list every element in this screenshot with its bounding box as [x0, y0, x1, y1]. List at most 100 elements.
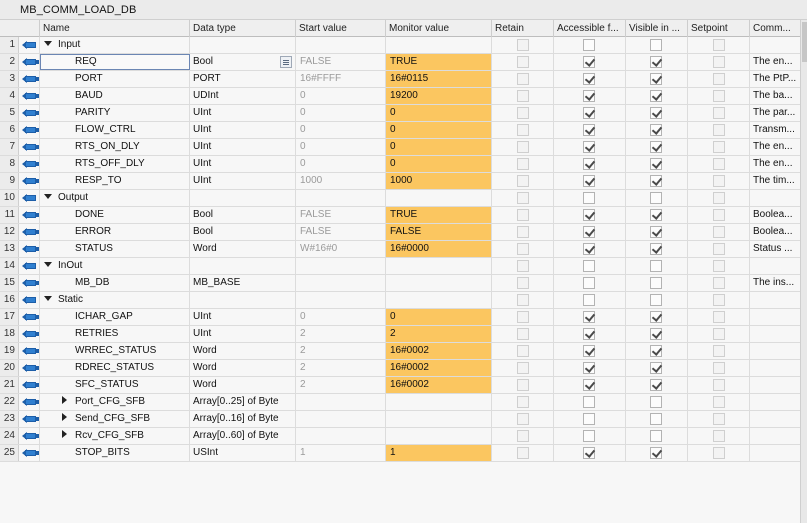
- member-name-cell[interactable]: DONE: [40, 207, 190, 223]
- data-type-cell[interactable]: MB_BASE: [190, 275, 296, 291]
- comment-cell[interactable]: The en...: [750, 139, 800, 155]
- start-value-cell[interactable]: FALSE: [296, 224, 386, 240]
- retain-checkbox[interactable]: [517, 345, 529, 357]
- accessible-checkbox[interactable]: [583, 124, 595, 136]
- data-type-cell[interactable]: USInt: [190, 445, 296, 461]
- monitor-value-cell[interactable]: 1: [386, 445, 492, 461]
- setpoint-checkbox[interactable]: [713, 226, 725, 238]
- monitor-value-cell[interactable]: 16#0115: [386, 71, 492, 87]
- accessible-checkbox[interactable]: [583, 345, 595, 357]
- member-name-cell[interactable]: FLOW_CTRL: [40, 122, 190, 138]
- accessible-checkbox[interactable]: [583, 447, 595, 459]
- retain-checkbox[interactable]: [517, 362, 529, 374]
- comment-cell[interactable]: Transm...: [750, 122, 800, 138]
- data-type-cell[interactable]: UDInt: [190, 88, 296, 104]
- expand-triangle-icon[interactable]: [62, 413, 67, 422]
- start-value-cell[interactable]: 2: [296, 377, 386, 393]
- setpoint-checkbox[interactable]: [713, 328, 725, 340]
- visible-checkbox[interactable]: [650, 362, 662, 374]
- table-row[interactable]: 11 DONE Bool FALSE TRUE Boolea...: [0, 207, 800, 224]
- header-name[interactable]: Name: [40, 20, 190, 37]
- accessible-checkbox[interactable]: [583, 413, 595, 425]
- table-row[interactable]: 16 Static: [0, 292, 800, 309]
- visible-checkbox[interactable]: [650, 447, 662, 459]
- expand-triangle-icon[interactable]: [62, 430, 67, 439]
- retain-checkbox[interactable]: [517, 294, 529, 306]
- monitor-value-cell[interactable]: TRUE: [386, 207, 492, 223]
- visible-checkbox[interactable]: [650, 39, 662, 51]
- comment-cell[interactable]: The ins...: [750, 275, 800, 291]
- setpoint-checkbox[interactable]: [713, 175, 725, 187]
- data-type-cell[interactable]: Bool: [190, 54, 296, 70]
- comment-cell[interactable]: [750, 377, 800, 393]
- retain-checkbox[interactable]: [517, 447, 529, 459]
- section-name-cell[interactable]: Static: [40, 292, 190, 308]
- start-value-cell[interactable]: 2: [296, 326, 386, 342]
- setpoint-checkbox[interactable]: [713, 209, 725, 221]
- header-data-type[interactable]: Data type: [190, 20, 296, 37]
- expand-triangle-icon[interactable]: [62, 396, 67, 405]
- data-type-cell[interactable]: Word: [190, 377, 296, 393]
- data-type-cell[interactable]: UInt: [190, 309, 296, 325]
- table-row[interactable]: 9 RESP_TO UInt 1000 1000 The tim...: [0, 173, 800, 190]
- accessible-checkbox[interactable]: [583, 175, 595, 187]
- data-type-cell[interactable]: Bool: [190, 207, 296, 223]
- start-value-cell[interactable]: [296, 411, 386, 427]
- table-row[interactable]: 7 RTS_ON_DLY UInt 0 0 The en...: [0, 139, 800, 156]
- data-type-cell[interactable]: UInt: [190, 326, 296, 342]
- member-name-cell[interactable]: BAUD: [40, 88, 190, 104]
- header-monitor-value[interactable]: Monitor value: [386, 20, 492, 37]
- setpoint-checkbox[interactable]: [713, 107, 725, 119]
- monitor-value-cell[interactable]: [386, 292, 492, 308]
- accessible-checkbox[interactable]: [583, 73, 595, 85]
- comment-cell[interactable]: The ba...: [750, 88, 800, 104]
- setpoint-checkbox[interactable]: [713, 447, 725, 459]
- setpoint-checkbox[interactable]: [713, 73, 725, 85]
- visible-checkbox[interactable]: [650, 328, 662, 340]
- table-row[interactable]: 21 SFC_STATUS Word 2 16#0002: [0, 377, 800, 394]
- table-row[interactable]: 15 MB_DB MB_BASE The ins...: [0, 275, 800, 292]
- header-start-value[interactable]: Start value: [296, 20, 386, 37]
- visible-checkbox[interactable]: [650, 158, 662, 170]
- accessible-checkbox[interactable]: [583, 158, 595, 170]
- comment-cell[interactable]: [750, 292, 800, 308]
- visible-checkbox[interactable]: [650, 73, 662, 85]
- table-row[interactable]: 25 STOP_BITS USInt 1 1: [0, 445, 800, 462]
- comment-cell[interactable]: [750, 326, 800, 342]
- setpoint-checkbox[interactable]: [713, 430, 725, 442]
- comment-cell[interactable]: [750, 428, 800, 444]
- visible-checkbox[interactable]: [650, 379, 662, 391]
- start-value-cell[interactable]: 0: [296, 309, 386, 325]
- accessible-checkbox[interactable]: [583, 90, 595, 102]
- visible-checkbox[interactable]: [650, 413, 662, 425]
- table-row[interactable]: 2 REQ Bool FALSE TRUE The en...: [0, 54, 800, 71]
- table-row[interactable]: 19 WRREC_STATUS Word 2 16#0002: [0, 343, 800, 360]
- data-type-cell[interactable]: UInt: [190, 105, 296, 121]
- monitor-value-cell[interactable]: 0: [386, 156, 492, 172]
- section-name-cell[interactable]: Output: [40, 190, 190, 206]
- start-value-cell[interactable]: 16#FFFF: [296, 71, 386, 87]
- accessible-checkbox[interactable]: [583, 243, 595, 255]
- member-name-cell[interactable]: Send_CFG_SFB: [40, 411, 190, 427]
- member-name-cell[interactable]: MB_DB: [40, 275, 190, 291]
- member-name-cell[interactable]: Port_CFG_SFB: [40, 394, 190, 410]
- accessible-checkbox[interactable]: [583, 226, 595, 238]
- setpoint-checkbox[interactable]: [713, 90, 725, 102]
- monitor-value-cell[interactable]: 0: [386, 122, 492, 138]
- retain-checkbox[interactable]: [517, 107, 529, 119]
- accessible-checkbox[interactable]: [583, 39, 595, 51]
- table-row[interactable]: 3 PORT PORT 16#FFFF 16#0115 The PtP...: [0, 71, 800, 88]
- monitor-value-cell[interactable]: 0: [386, 139, 492, 155]
- accessible-checkbox[interactable]: [583, 56, 595, 68]
- setpoint-checkbox[interactable]: [713, 396, 725, 408]
- start-value-cell[interactable]: 0: [296, 105, 386, 121]
- scrollbar-thumb[interactable]: [802, 22, 807, 62]
- setpoint-checkbox[interactable]: [713, 56, 725, 68]
- comment-cell[interactable]: [750, 343, 800, 359]
- member-name-cell[interactable]: RESP_TO: [40, 173, 190, 189]
- table-row[interactable]: 24 Rcv_CFG_SFB Array[0..60] of Byte: [0, 428, 800, 445]
- section-name-cell[interactable]: Input: [40, 37, 190, 53]
- member-name-cell[interactable]: PORT: [40, 71, 190, 87]
- monitor-value-cell[interactable]: 16#0002: [386, 343, 492, 359]
- data-type-cell[interactable]: Word: [190, 343, 296, 359]
